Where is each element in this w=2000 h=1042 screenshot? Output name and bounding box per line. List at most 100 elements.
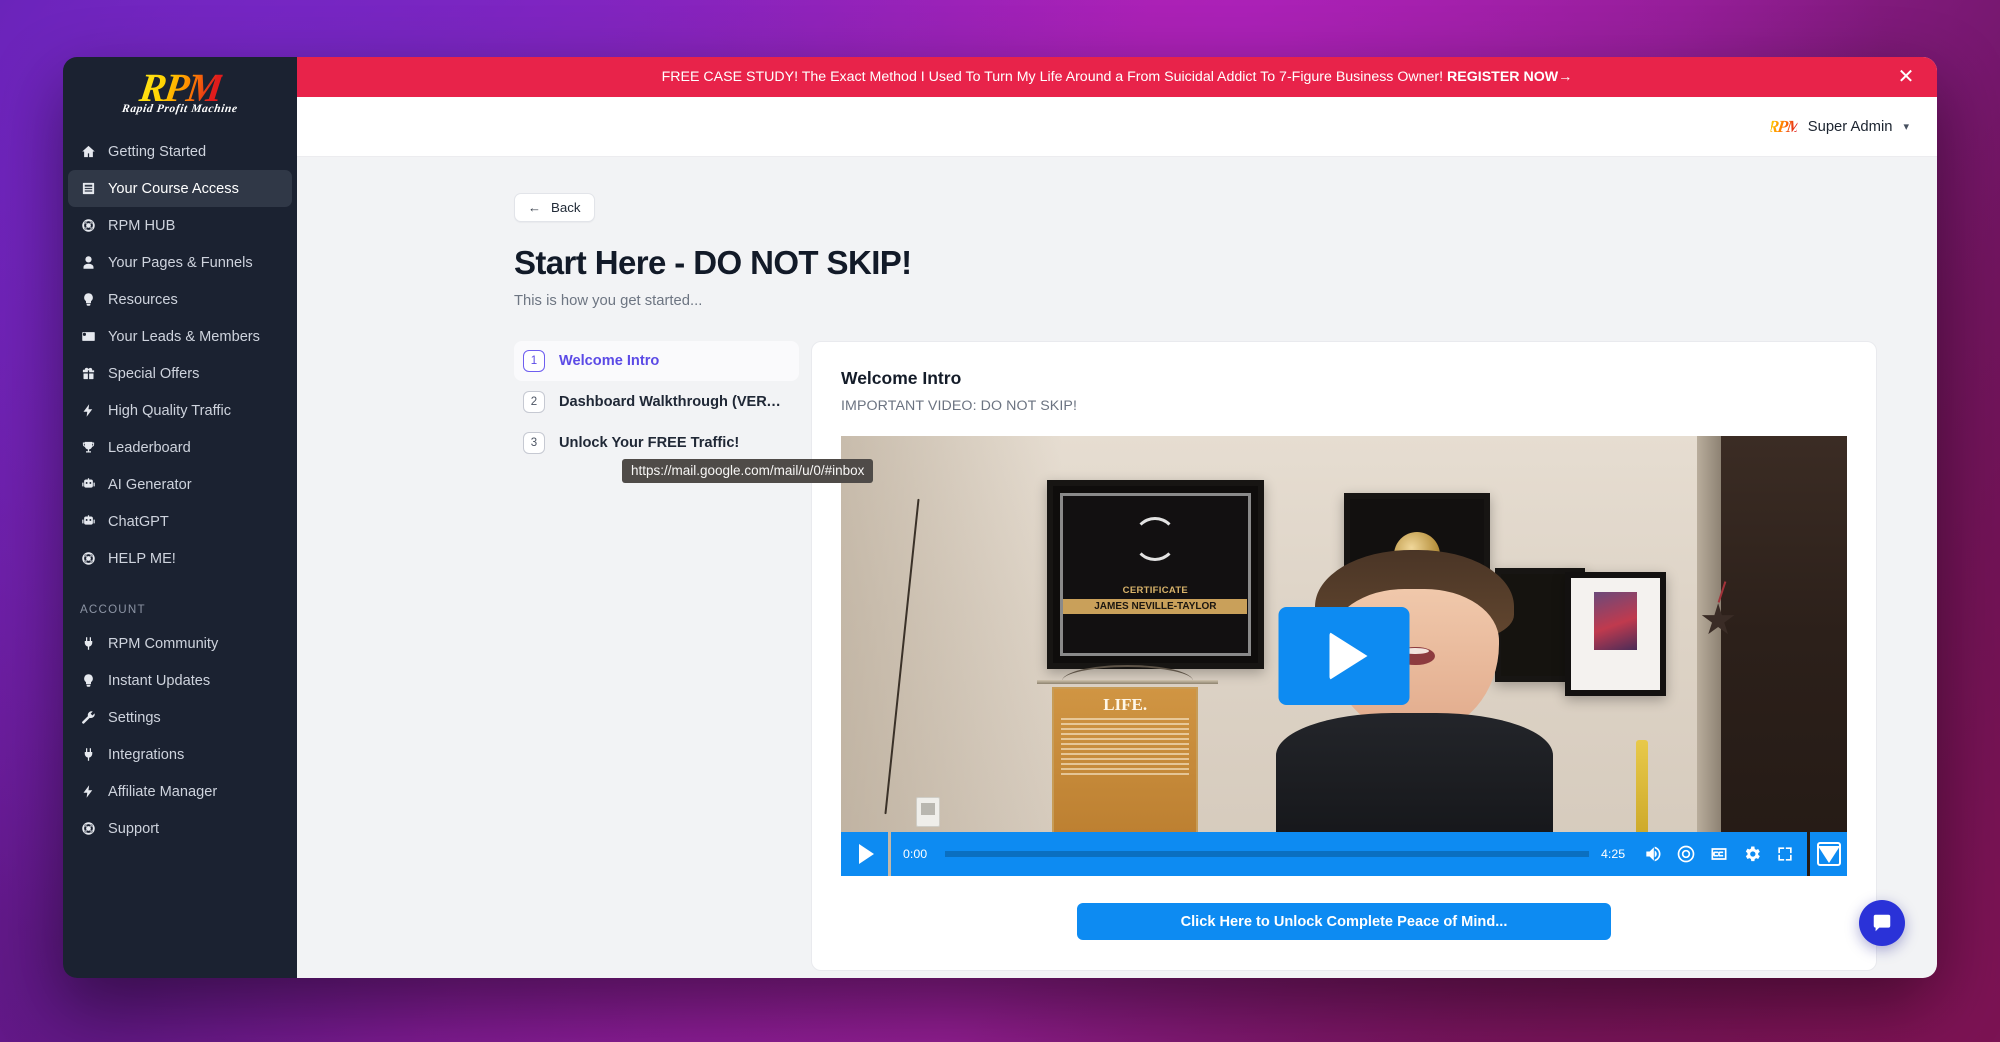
- sidebar-item-label: Affiliate Manager: [108, 783, 218, 800]
- progress-bar[interactable]: [945, 851, 1589, 857]
- lifebuoy-icon: [80, 550, 97, 567]
- bolt-icon: [80, 402, 97, 419]
- lesson-item[interactable]: 3 Unlock Your FREE Traffic!: [514, 423, 799, 463]
- sidebar-item-label: Your Course Access: [108, 180, 239, 197]
- vidalytics-logo-icon[interactable]: [1810, 832, 1847, 876]
- logo-tagline: Rapid Profit Machine: [121, 103, 239, 116]
- certificate-heading: CERTIFICATE: [1122, 585, 1189, 597]
- close-icon[interactable]: ✕: [1895, 66, 1917, 88]
- sidebar-item-special-offers[interactable]: Special Offers: [68, 355, 292, 392]
- volume-icon[interactable]: [1643, 844, 1663, 864]
- bolt-icon: [80, 783, 97, 800]
- sidebar-item-instant-updates[interactable]: Instant Updates: [68, 662, 292, 699]
- sidebar-item-settings[interactable]: Settings: [68, 699, 292, 736]
- lesson-item[interactable]: 1 Welcome Intro: [514, 341, 799, 381]
- plug-icon: [80, 746, 97, 763]
- play-icon[interactable]: [1278, 607, 1410, 705]
- sidebar-item-label: Settings: [108, 709, 161, 726]
- arrow-left-icon: ←: [528, 200, 541, 215]
- sidebar-item-label: Getting Started: [108, 143, 207, 160]
- main-area: FREE CASE STUDY! The Exact Method I Used…: [297, 57, 1937, 978]
- content-area: ← Back Start Here - DO NOT SKIP! This is…: [297, 157, 1937, 978]
- sidebar-item-label: Instant Updates: [108, 672, 211, 689]
- sidebar-item-support[interactable]: Support: [68, 810, 292, 847]
- sidebar-item-label: AI Generator: [108, 476, 192, 493]
- user-menu[interactable]: RPM Super Admin ▾: [1766, 114, 1909, 140]
- lesson-item[interactable]: 2 Dashboard Walkthrough (VERY HEL...: [514, 382, 799, 422]
- wall-frame-light: [1565, 572, 1666, 696]
- video-subtitle: IMPORTANT VIDEO: DO NOT SKIP!: [841, 398, 1077, 414]
- sidebar-item-ai-generator[interactable]: AI Generator: [68, 466, 292, 503]
- robot-icon: [80, 513, 97, 530]
- video-controls: 0:00 4:25: [841, 832, 1847, 876]
- lifebuoy-icon: [80, 820, 97, 837]
- contact-card-icon: [80, 328, 97, 345]
- back-button[interactable]: ← Back: [514, 193, 595, 222]
- life-poster-word: LIFE.: [1103, 694, 1148, 714]
- back-button-label: Back: [551, 200, 581, 215]
- user-name-label: Super Admin: [1807, 118, 1893, 135]
- sidebar-item-chatgpt[interactable]: ChatGPT: [68, 503, 292, 540]
- sidebar-item-integrations[interactable]: Integrations: [68, 736, 292, 773]
- settings-icon[interactable]: [1742, 844, 1762, 864]
- sidebar-nav: Getting Started Your Course Access RPM HUB…: [63, 121, 297, 978]
- video-person: [1179, 550, 1650, 876]
- sidebar-item-label: Your Pages & Funnels: [108, 254, 253, 271]
- video-title: Welcome Intro: [841, 368, 962, 388]
- sidebar-item-your-leads-members[interactable]: Your Leads & Members: [68, 318, 292, 355]
- sidebar-item-leaderboard[interactable]: Leaderboard: [68, 429, 292, 466]
- sidebar-item-getting-started[interactable]: Getting Started: [68, 133, 292, 170]
- sidebar-item-label: Your Leads & Members: [108, 328, 260, 345]
- lifebuoy-icon: [80, 217, 97, 234]
- captions-icon[interactable]: [1709, 844, 1729, 864]
- home-icon: [80, 143, 97, 160]
- sidebar-item-affiliate-manager[interactable]: Affiliate Manager: [68, 773, 292, 810]
- lesson-list: 1 Welcome Intro 2 Dashboard Walkthrough (VE…: [514, 341, 799, 464]
- certificate-name: JAMES NEVILLE-TAYLOR: [1063, 599, 1248, 615]
- sidebar-item-resources[interactable]: Resources: [68, 281, 292, 318]
- page-subtitle: This is how you get started...: [514, 293, 703, 309]
- play-button[interactable]: [841, 832, 888, 876]
- lesson-title: Welcome Intro: [559, 353, 660, 369]
- speed-icon[interactable]: [1676, 844, 1696, 864]
- sidebar-item-your-course-access[interactable]: Your Course Access: [68, 170, 292, 207]
- wrench-icon: [80, 709, 97, 726]
- sidebar-item-rpm-community[interactable]: RPM Community: [68, 625, 292, 662]
- lesson-title: Unlock Your FREE Traffic!: [559, 435, 740, 451]
- sidebar-item-help-me[interactable]: HELP ME!: [68, 540, 292, 577]
- brand-logo[interactable]: RPM Rapid Profit Machine: [63, 57, 297, 121]
- lightbulb-icon: [80, 672, 97, 689]
- video-card: Welcome Intro IMPORTANT VIDEO: DO NOT SK…: [811, 341, 1877, 971]
- current-time-label: 0:00: [903, 847, 928, 861]
- gift-icon: [80, 365, 97, 382]
- sidebar-item-label: Support: [108, 820, 160, 837]
- sidebar-item-label: Resources: [108, 291, 178, 308]
- sidebar-item-label: High Quality Traffic: [108, 402, 232, 419]
- lesson-title: Dashboard Walkthrough (VERY HEL...: [559, 394, 790, 410]
- video-player[interactable]: CERTIFICATE JAMES NEVILLE-TAYLOR LIFE. 0…: [841, 436, 1847, 876]
- robot-icon: [80, 476, 97, 493]
- sidebar-item-your-pages-funnels[interactable]: Your Pages & Funnels: [68, 244, 292, 281]
- chat-bubble-icon[interactable]: [1859, 900, 1905, 946]
- user-icon: [80, 254, 97, 271]
- book-icon: [80, 180, 97, 197]
- lesson-number: 2: [523, 391, 545, 413]
- fullscreen-icon[interactable]: [1775, 844, 1795, 864]
- sidebar-item-high-quality-traffic[interactable]: High Quality Traffic: [68, 392, 292, 429]
- promo-banner: FREE CASE STUDY! The Exact Method I Used…: [297, 57, 1937, 97]
- sidebar-item-rpm-hub[interactable]: RPM HUB: [68, 207, 292, 244]
- top-bar: RPM Super Admin ▾: [297, 97, 1937, 157]
- certificate-frame: CERTIFICATE JAMES NEVILLE-TAYLOR: [1047, 480, 1264, 670]
- sidebar-item-label: Special Offers: [108, 365, 200, 382]
- unlock-cta-button[interactable]: Click Here to Unlock Complete Peace of M…: [1077, 903, 1611, 940]
- lesson-number: 1: [523, 350, 545, 372]
- sidebar-item-label: RPM Community: [108, 635, 219, 652]
- sidebar-item-label: ChatGPT: [108, 513, 169, 530]
- promo-register-link[interactable]: REGISTER NOW→: [1447, 69, 1572, 85]
- chevron-down-icon[interactable]: ▾: [1903, 120, 1909, 133]
- sidebar-section-account: ACCOUNT: [80, 603, 146, 616]
- sidebar-item-label: Leaderboard: [108, 439, 191, 456]
- page-title: Start Here - DO NOT SKIP!: [514, 244, 912, 281]
- sidebar-item-label: RPM HUB: [108, 217, 176, 234]
- avatar: RPM: [1766, 114, 1801, 140]
